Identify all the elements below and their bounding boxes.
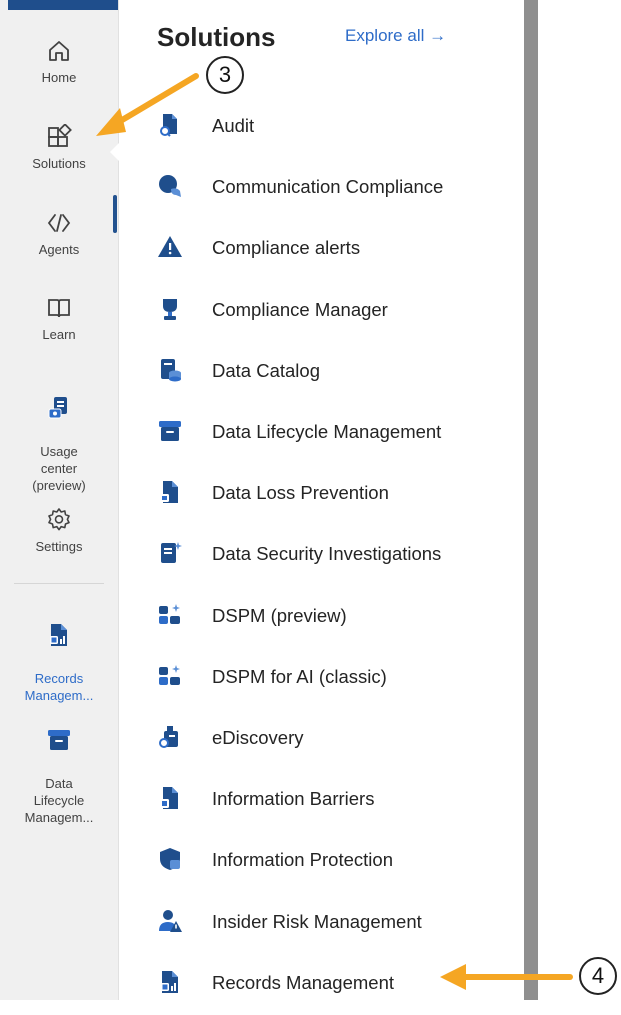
records-management-icon (50, 624, 67, 646)
rail-item-solutions-label: Solutions (32, 156, 86, 171)
shield-lock-icon (160, 848, 180, 871)
solution-item-label: eDiscovery (212, 727, 304, 748)
rail-item-agents-label: Agents (38, 242, 80, 257)
usage-center-icon (48, 397, 67, 419)
solution-item-audit[interactable]: Audit (122, 98, 522, 158)
solutions-flyout: Solutions Explore all → Audit Communicati… (122, 0, 522, 1000)
agents-icon (47, 214, 71, 232)
solutions-icon (48, 124, 72, 147)
warning-icon (158, 236, 182, 258)
document-sparkle-icon (161, 542, 182, 564)
solution-item-label: Communication Compliance (212, 176, 444, 198)
solution-item-dspm-for-ai-classic[interactable]: DSPM for AI (classic) (122, 649, 522, 709)
solution-item-information-protection[interactable]: Information Protection (122, 832, 522, 892)
solution-item-label: Information Barriers (212, 788, 375, 810)
dspm-sparkle-icon (159, 603, 180, 624)
rail-top-bar (8, 0, 118, 10)
solution-item-label: Compliance alerts (212, 237, 361, 259)
solution-item-label: Records Management (212, 971, 395, 993)
rail-item-usage-center[interactable]: Usage center (preview) (0, 378, 118, 494)
solution-item-ediscovery[interactable]: eDiscovery (122, 710, 522, 770)
info-barrier-icon (160, 787, 178, 810)
data-lifecycle-icon (48, 730, 70, 750)
archive-icon (159, 421, 181, 441)
rail-item-settings[interactable]: Settings (0, 507, 118, 555)
file-lock-icon (160, 481, 178, 504)
scrollbar[interactable] (524, 0, 538, 1000)
left-nav-rail: Home Solutions Agents Learn Usage center… (0, 0, 119, 1000)
solution-item-label: Data Loss Prevention (212, 482, 389, 504)
learn-icon (48, 299, 70, 318)
audit-icon (160, 114, 177, 137)
rail-item-records-management-label: Records Managem... (24, 671, 94, 703)
rail-item-records-management[interactable]: Records Managem... (0, 605, 118, 704)
ediscovery-icon (159, 726, 178, 748)
rail-item-agents[interactable]: Agents (0, 210, 118, 258)
solution-item-label: Data Catalog (212, 359, 320, 381)
solution-item-data-loss-prevention[interactable]: Data Loss Prevention (122, 465, 522, 525)
rail-item-learn[interactable]: Learn (0, 295, 118, 343)
solution-item-label: Compliance Manager (212, 298, 388, 320)
rail-item-home-label: Home (41, 70, 77, 85)
solution-item-label: DSPM (preview) (212, 604, 347, 626)
records-management-icon (161, 970, 178, 993)
rail-item-solutions[interactable]: Solutions (0, 124, 118, 172)
solution-item-dspm-preview[interactable]: DSPM (preview) (122, 588, 522, 648)
solution-item-label: Information Protection (212, 849, 393, 871)
solution-item-records-management[interactable]: Records Management (122, 955, 522, 1015)
solution-item-label: Data Lifecycle Management (212, 421, 442, 442)
solution-item-insider-risk-management[interactable]: Insider Risk Management (122, 894, 522, 954)
solution-item-compliance-manager[interactable]: Compliance Manager (122, 282, 522, 342)
rail-scroll-indicator (113, 195, 117, 233)
solution-item-data-catalog[interactable]: Data Catalog (122, 343, 522, 403)
callout-step-3: 3 (206, 56, 244, 94)
dspm-ai-sparkle-icon (159, 664, 180, 685)
callout-step-4: 4 (579, 957, 617, 995)
trophy-icon (163, 298, 177, 320)
solution-item-label: DSPM for AI (classic) (212, 665, 387, 687)
rail-item-learn-label: Learn (42, 327, 76, 342)
solution-item-label: Data Security Investigations (212, 543, 442, 565)
home-icon (49, 41, 69, 61)
solution-item-communication-compliance[interactable]: Communication Compliance (122, 159, 522, 219)
rail-item-usage-center-label: Usage center (preview) (32, 444, 86, 493)
solution-item-compliance-alerts[interactable]: Compliance alerts (122, 220, 522, 280)
flyout-caret (110, 140, 122, 164)
solution-item-label: Audit (212, 115, 255, 136)
rail-divider (14, 583, 104, 584)
solution-item-data-security-investigations[interactable]: Data Security Investigations (122, 526, 522, 586)
person-warning-icon (159, 909, 182, 932)
solution-item-data-lifecycle-management[interactable]: Data Lifecycle Management (122, 404, 522, 464)
gear-icon (48, 508, 70, 531)
rail-item-data-lifecycle-label: Data Lifecycle Managem... (24, 776, 94, 825)
chat-bubble-icon (159, 175, 181, 198)
panel-title: Solutions (157, 22, 276, 52)
solution-item-information-barriers[interactable]: Information Barriers (122, 771, 522, 831)
rail-item-data-lifecycle[interactable]: Data Lifecycle Managem... (0, 710, 118, 826)
data-catalog-icon (161, 358, 181, 382)
solution-item-label: Insider Risk Management (212, 910, 422, 932)
rail-item-settings-label: Settings (35, 539, 83, 554)
rail-item-home[interactable]: Home (0, 38, 118, 86)
explore-all-link[interactable]: Explore all → (345, 26, 446, 46)
